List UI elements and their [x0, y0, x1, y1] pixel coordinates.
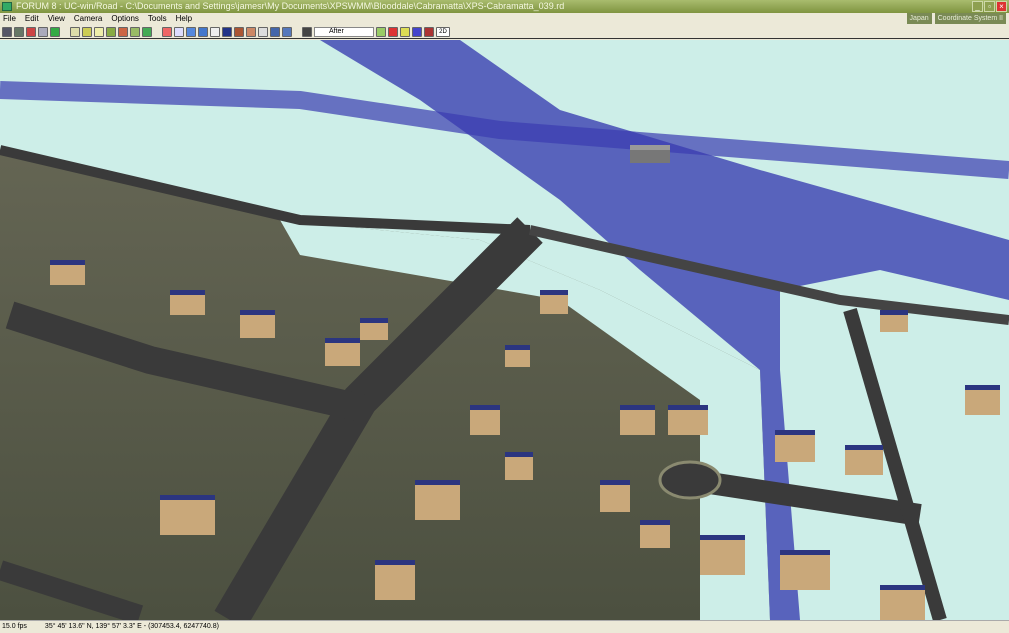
- japan-button[interactable]: Japan: [906, 13, 932, 24]
- coord-readout: (307453.4, 6247740.8): [148, 623, 219, 630]
- minimize-button[interactable]: _: [972, 1, 983, 12]
- house-model: [470, 405, 500, 435]
- apply-icon[interactable]: [376, 26, 386, 37]
- menu-camera[interactable]: Camera: [74, 13, 102, 25]
- house-model: [375, 560, 415, 600]
- coordinate-system-button[interactable]: Coordinate System II: [934, 13, 1006, 24]
- menu-bar: File Edit View Camera Options Tools Help: [0, 13, 1009, 25]
- stop-icon[interactable]: [388, 26, 398, 37]
- landscape-icon[interactable]: [142, 26, 152, 37]
- walk-icon[interactable]: [38, 26, 48, 37]
- tree-icon[interactable]: [50, 26, 60, 37]
- house-model: [325, 338, 360, 366]
- house-model: [630, 145, 670, 163]
- house-model: [775, 430, 815, 462]
- road-icon[interactable]: [82, 26, 92, 37]
- sun-icon[interactable]: [210, 26, 220, 37]
- house-model: [600, 480, 630, 512]
- restore-button[interactable]: ▫: [984, 1, 995, 12]
- close-button[interactable]: ×: [996, 1, 1007, 12]
- swim-icon[interactable]: [282, 26, 292, 37]
- arrow-icon[interactable]: [198, 26, 208, 37]
- house-model: [360, 318, 388, 340]
- menu-view[interactable]: View: [48, 13, 65, 25]
- move-icon[interactable]: [186, 26, 196, 37]
- house-model: [620, 405, 655, 435]
- house-model: [505, 345, 530, 367]
- skip-back-icon[interactable]: [412, 26, 422, 37]
- camera-icon[interactable]: [2, 26, 12, 37]
- record-icon[interactable]: [424, 26, 434, 37]
- menu-options[interactable]: Options: [111, 13, 139, 25]
- house-model: [780, 550, 830, 590]
- car-icon[interactable]: [270, 26, 280, 37]
- 3d-viewport[interactable]: [0, 40, 1009, 620]
- toolbar: After 2D: [0, 25, 1009, 39]
- house-model: [880, 310, 908, 332]
- flag-icon[interactable]: [400, 26, 410, 37]
- house-model: [965, 385, 1000, 415]
- fps-readout: 15.0 fps: [2, 623, 27, 630]
- pause-icon[interactable]: [258, 26, 268, 37]
- latlon-readout: 35° 45' 13.6" N, 139° 57' 3.3" E: [44, 623, 142, 630]
- anchor-icon[interactable]: [174, 26, 184, 37]
- house-model: [845, 445, 883, 475]
- title-bar: FORUM 8 : UC-win/Road - C:\Documents and…: [0, 0, 1009, 13]
- play-icon[interactable]: [70, 26, 80, 37]
- figure-icon[interactable]: [234, 26, 244, 37]
- house-model: [640, 520, 670, 548]
- house-model: [415, 480, 460, 520]
- house-model: [880, 585, 925, 620]
- scenario-select[interactable]: After: [314, 26, 374, 37]
- scenario-icon: [302, 26, 312, 37]
- traffic-icon[interactable]: [130, 26, 140, 37]
- terrain-icon[interactable]: [106, 26, 116, 37]
- house-model: [240, 310, 275, 338]
- model-icon[interactable]: [118, 26, 128, 37]
- globe-icon[interactable]: [222, 26, 232, 37]
- menu-file[interactable]: File: [3, 13, 16, 25]
- culdesac-bulb: [658, 460, 722, 500]
- scene-svg: [0, 40, 1009, 620]
- house-model: [50, 260, 85, 285]
- 2d-button[interactable]: 2D: [436, 26, 450, 37]
- house-model: [160, 495, 215, 535]
- window-title: FORUM 8 : UC-win/Road - C:\Documents and…: [16, 1, 565, 11]
- grid-icon[interactable]: [14, 26, 24, 37]
- person-icon[interactable]: [26, 26, 36, 37]
- menu-edit[interactable]: Edit: [25, 13, 39, 25]
- house-model: [170, 290, 205, 315]
- house-model: [505, 452, 533, 480]
- app-icon: [2, 2, 12, 11]
- status-bar: 15.0 fps 35° 45' 13.6" N, 139° 57' 3.3" …: [0, 620, 1009, 632]
- menu-help[interactable]: Help: [176, 13, 192, 25]
- house-model: [700, 535, 745, 575]
- radiation-icon[interactable]: [246, 26, 256, 37]
- tunnel-icon[interactable]: [94, 26, 104, 37]
- house-model: [540, 290, 568, 314]
- target-icon[interactable]: [162, 26, 172, 37]
- menu-tools[interactable]: Tools: [148, 13, 167, 25]
- house-model: [668, 405, 708, 435]
